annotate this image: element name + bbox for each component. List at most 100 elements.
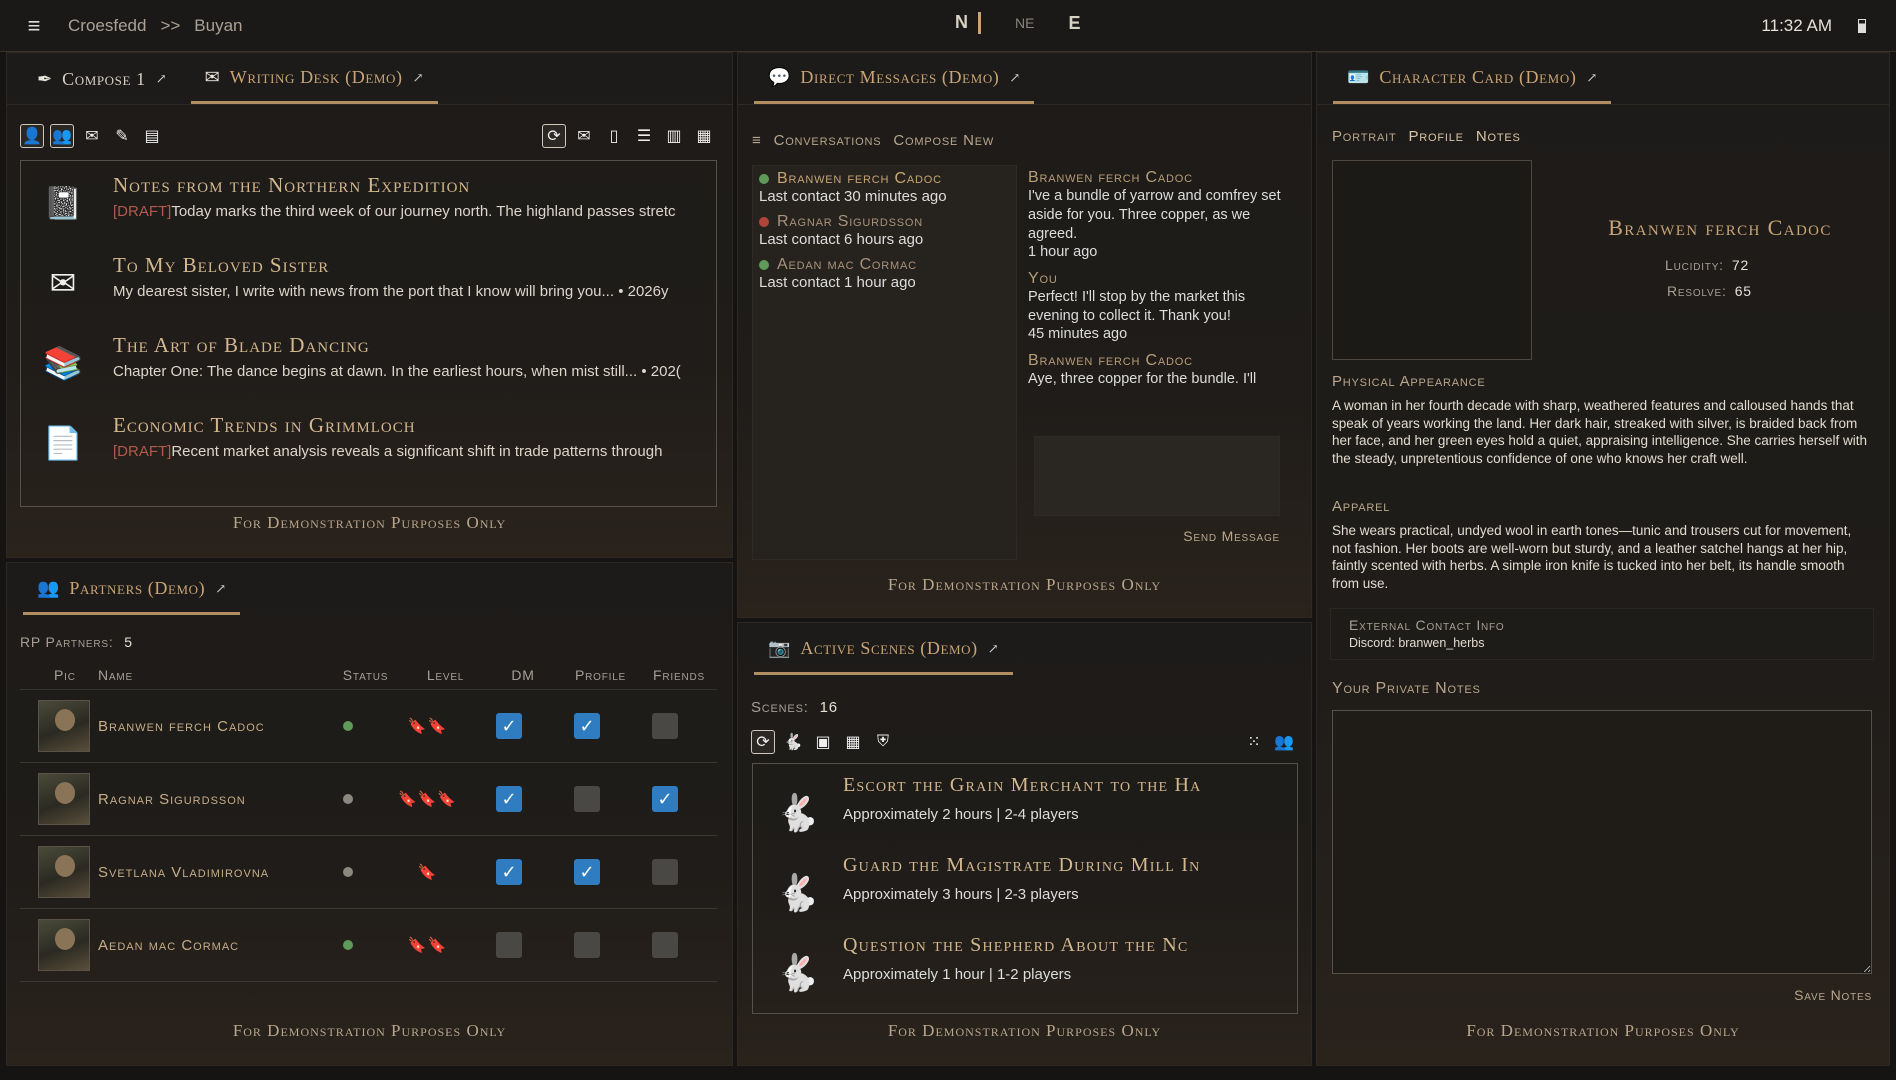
- external-link-icon[interactable]: ↗: [988, 641, 999, 657]
- books-filter-icon[interactable]: ☰: [632, 124, 656, 148]
- tab-active-scenes[interactable]: 📷 Active Scenes (Demo) ↗: [754, 625, 1013, 675]
- message-time: 45 minutes ago: [1028, 326, 1128, 342]
- shield-icon[interactable]: ⛨: [871, 730, 895, 754]
- group-users-icon[interactable]: 👥: [50, 124, 74, 148]
- partner-name[interactable]: Ragnar Sigurdsson: [90, 791, 310, 808]
- send-message-button[interactable]: Send Message: [1140, 528, 1280, 544]
- refresh-icon[interactable]: ⟳: [751, 730, 775, 754]
- friends-checkbox[interactable]: [652, 932, 678, 958]
- external-link-icon[interactable]: ↗: [413, 70, 424, 86]
- document-filter-icon[interactable]: ▥: [662, 124, 686, 148]
- conversation-item[interactable]: Ragnar Sigurdsson Last contact 6 hours a…: [753, 209, 1016, 252]
- list-item[interactable]: 📄 Economic Trends in Grimmloch [DRAFT]Re…: [21, 401, 716, 481]
- message-input[interactable]: [1034, 436, 1280, 516]
- tab-label: Character Card (Demo): [1379, 67, 1577, 87]
- profile-checkbox[interactable]: ✓: [574, 859, 600, 885]
- profile-checkbox[interactable]: [574, 932, 600, 958]
- scene-title: Guard the Magistrate During Mill In: [843, 854, 1201, 876]
- tab-compose-new[interactable]: Compose New: [893, 132, 994, 149]
- list-item[interactable]: 📚 The Art of Blade Dancing Chapter One: …: [21, 321, 716, 401]
- private-notes-field[interactable]: [1332, 710, 1872, 974]
- group-users-icon[interactable]: 👥: [1272, 730, 1296, 754]
- single-user-icon[interactable]: 👤: [20, 124, 44, 148]
- status-cell: [310, 721, 385, 731]
- profile-checkbox[interactable]: [574, 786, 600, 812]
- partners-footer: For Demonstration Purposes Only: [232, 1021, 507, 1040]
- friends-checkbox[interactable]: [652, 713, 678, 739]
- lucidity-stat: Lucidity: 72: [1665, 257, 1749, 273]
- partner-name[interactable]: Aedan mac Cormac: [90, 937, 310, 954]
- edit-icon[interactable]: ✎: [110, 124, 134, 148]
- clock: 11:32 AM: [1761, 16, 1832, 35]
- column-header-level[interactable]: Level: [403, 667, 488, 683]
- scene-count-label: Scenes:: [751, 699, 809, 716]
- hamburger-menu-icon[interactable]: ≡: [0, 13, 68, 39]
- scene-count: Scenes: 16: [751, 699, 838, 716]
- partner-name[interactable]: Svetlana Vladimirovna: [90, 864, 310, 881]
- rabbit-icon: 🐇: [775, 952, 820, 993]
- conversation-last-contact: Last contact 1 hour ago: [759, 274, 916, 291]
- table-row[interactable]: Svetlana Vladimirovna 🔖 ✓ ✓: [20, 836, 717, 909]
- tab-character-card[interactable]: 🪪 Character Card (Demo) ↗: [1333, 54, 1612, 104]
- external-link-icon[interactable]: ↗: [215, 581, 226, 597]
- dm-checkbox[interactable]: ✓: [496, 713, 522, 739]
- list-item[interactable]: 🐇 Question the Shepherd About the Nc App…: [753, 924, 1297, 1004]
- tab-direct-messages[interactable]: 💬 Direct Messages (Demo) ↗: [754, 54, 1035, 104]
- rabbit-icon: 🐇: [775, 872, 820, 913]
- conversation-item[interactable]: Branwen ferch Cadoc Last contact 30 minu…: [753, 166, 1016, 209]
- card-subtabs: Portrait Profile Notes: [1332, 128, 1521, 145]
- conversation-item[interactable]: Aedan mac Cormac Last contact 1 hour ago: [753, 252, 1016, 295]
- notebook-filter-icon[interactable]: ▯: [602, 124, 626, 148]
- table-row[interactable]: Ragnar Sigurdsson 🔖🔖🔖 ✓ ✓: [20, 763, 717, 836]
- dm-cell: ✓: [470, 713, 548, 739]
- mail-add-icon[interactable]: ✉: [80, 124, 104, 148]
- dm-checkbox[interactable]: ✓: [496, 786, 522, 812]
- tab-conversations[interactable]: Conversations: [774, 132, 882, 149]
- list-item[interactable]: 🐇 Guard the Magistrate During Mill In Ap…: [753, 844, 1297, 924]
- document-preview: [DRAFT]Today marks the third week of our…: [113, 203, 705, 220]
- archive-icon[interactable]: ▤: [140, 124, 164, 148]
- column-header-status[interactable]: Status: [328, 667, 403, 683]
- scenes-tabbar: 📷 Active Scenes (Demo) ↗: [738, 623, 1311, 675]
- list-item[interactable]: 🐇 Escort the Grain Merchant to the Ha Ap…: [753, 764, 1297, 844]
- list-item[interactable]: ✉ To My Beloved Sister My dearest sister…: [21, 241, 716, 321]
- calendar-icon[interactable]: ▦: [841, 730, 865, 754]
- friends-checkbox[interactable]: [652, 859, 678, 885]
- external-link-icon[interactable]: ↗: [1009, 70, 1020, 86]
- tab-notes[interactable]: Notes: [1476, 128, 1521, 145]
- table-row[interactable]: Branwen ferch Cadoc 🔖🔖 ✓ ✓: [20, 690, 717, 763]
- message-time: 1 hour ago: [1028, 244, 1098, 260]
- external-link-icon[interactable]: ↗: [156, 71, 167, 87]
- tab-portrait[interactable]: Portrait: [1332, 128, 1396, 145]
- external-link-icon[interactable]: ↗: [1586, 70, 1597, 86]
- rabbit-icon[interactable]: 🐇: [781, 730, 805, 754]
- profile-checkbox[interactable]: ✓: [574, 713, 600, 739]
- dm-checkbox[interactable]: [496, 932, 522, 958]
- letter-filter-icon[interactable]: ✉: [572, 124, 596, 148]
- dm-checkbox[interactable]: ✓: [496, 859, 522, 885]
- list-item[interactable]: 📓 Notes from the Northern Expedition [DR…: [21, 161, 716, 241]
- status-dot: [342, 721, 353, 731]
- tab-partners[interactable]: 👥 Partners (Demo) ↗: [23, 565, 241, 615]
- message-body: Perfect! I'll stop by the market this ev…: [1028, 289, 1246, 324]
- partner-name[interactable]: Branwen ferch Cadoc: [90, 718, 310, 735]
- tab-profile[interactable]: Profile: [1408, 128, 1463, 145]
- tab-writing-desk[interactable]: ✉ Writing Desk (Demo) ↗: [190, 54, 438, 104]
- refresh-icon[interactable]: ⟳: [542, 124, 566, 148]
- conversation-name-text: Ragnar Sigurdsson: [777, 213, 924, 230]
- table-row[interactable]: Aedan mac Cormac 🔖🔖: [20, 909, 717, 982]
- scene-details: Approximately 3 hours | 2-3 players: [843, 886, 1079, 903]
- friends-checkbox[interactable]: ✓: [652, 786, 678, 812]
- avatar: [38, 846, 90, 898]
- scenes-footer: For Demonstration Purposes Only: [887, 1021, 1162, 1040]
- calendar-icon[interactable]: ▦: [692, 124, 716, 148]
- tab-compose[interactable]: ✒ Compose 1 ↗: [23, 54, 181, 104]
- column-header-name[interactable]: Name: [98, 667, 328, 683]
- profile-cell: ✓: [548, 859, 626, 885]
- breadcrumb-item[interactable]: Croesfedd: [68, 16, 146, 36]
- camera-filter-icon[interactable]: ▣: [811, 730, 835, 754]
- document-excerpt: My dearest sister, I write with news fro…: [113, 283, 669, 300]
- breadcrumb-item[interactable]: Buyan: [194, 16, 242, 36]
- save-notes-button[interactable]: Save Notes: [1720, 987, 1872, 1003]
- grid-icon[interactable]: ⁙: [1242, 730, 1266, 754]
